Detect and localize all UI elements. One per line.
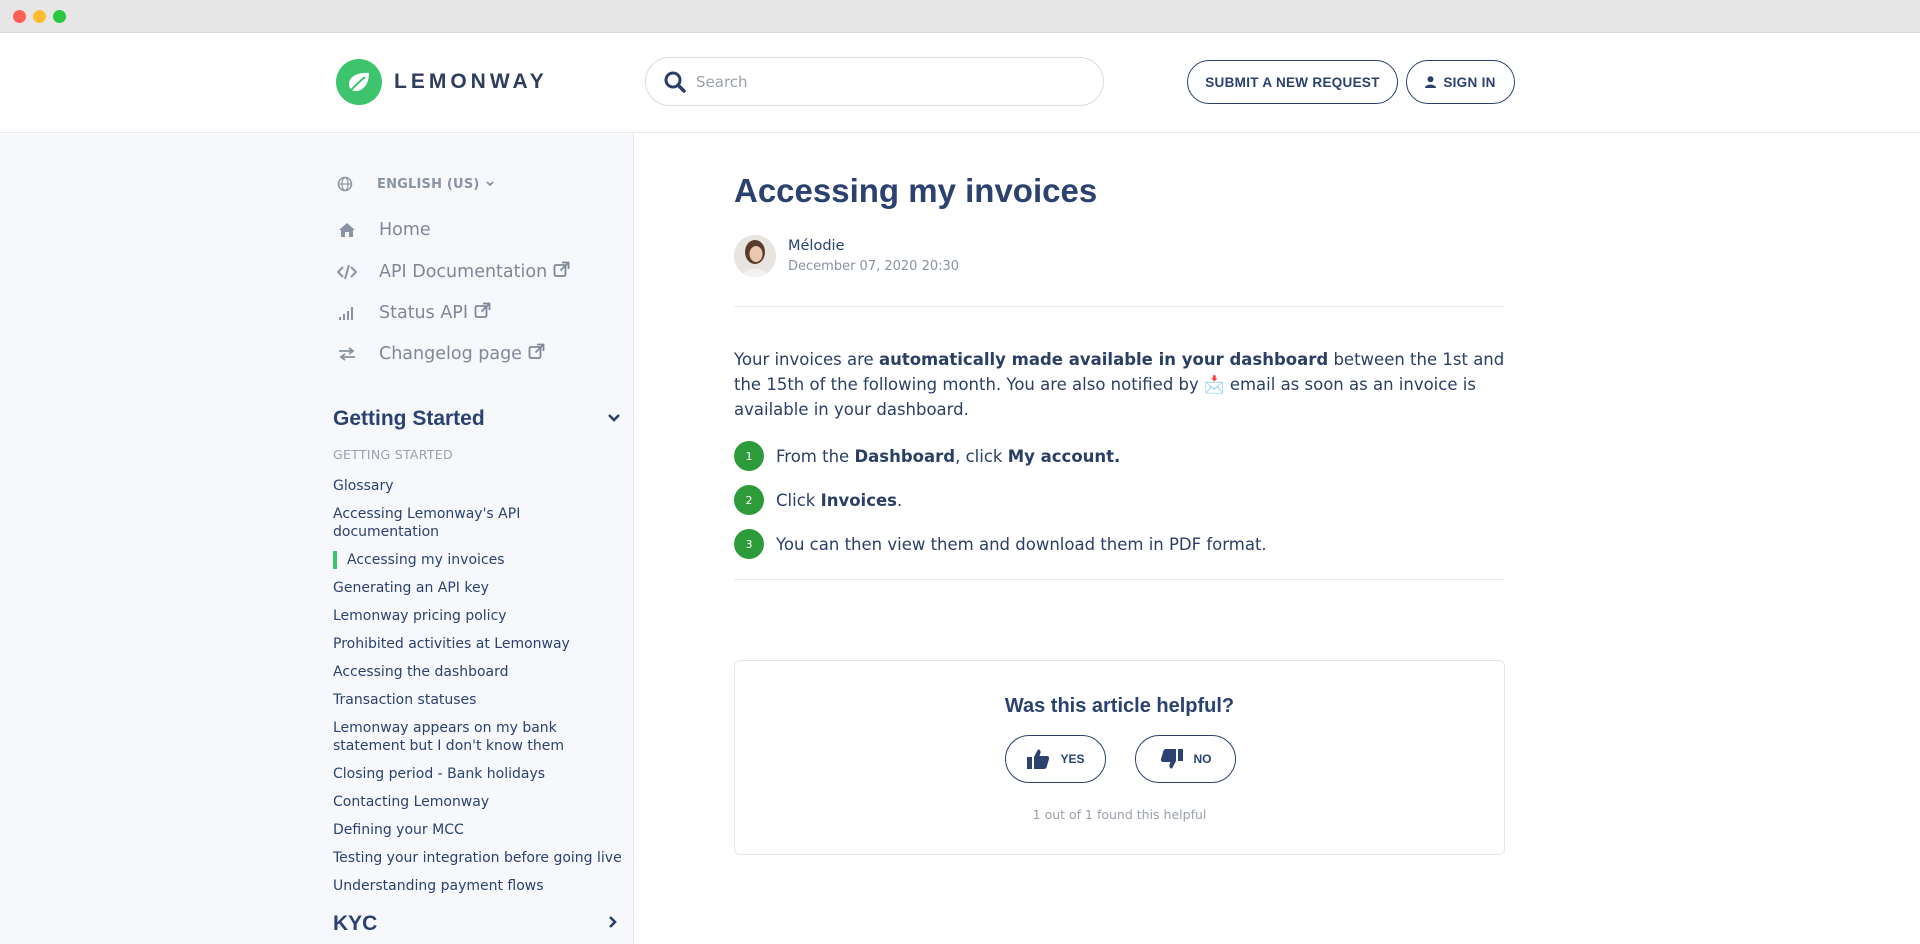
nav-api-documentation[interactable]: API Documentation <box>337 261 570 283</box>
article-feedback: Was this article helpful? YES NO 1 out o… <box>734 660 1505 855</box>
section-subtitle: GETTING STARTED <box>333 447 453 462</box>
sidebar-article-link[interactable]: Closing period - Bank holidays <box>333 765 623 783</box>
nav-changelog[interactable]: Changelog page <box>337 343 545 365</box>
author-name[interactable]: Mélodie <box>788 238 959 254</box>
sidebar-article-link[interactable]: Generating an API key <box>333 579 623 597</box>
chevron-right-icon[interactable] <box>607 915 619 929</box>
step-text: Click Invoices. <box>776 490 903 510</box>
feedback-question: Was this article helpful? <box>1004 695 1235 717</box>
sidebar-article-link[interactable]: Testing your integration before going li… <box>333 849 623 867</box>
sign-in-label: SIGN IN <box>1443 74 1496 90</box>
nav-status-api[interactable]: Status API <box>337 302 491 324</box>
sidebar-article-link[interactable]: Understanding payment flows <box>333 877 623 895</box>
article-intro: Your invoices are automatically made ava… <box>734 350 1505 419</box>
external-link-icon <box>474 302 491 324</box>
divider <box>734 579 1505 580</box>
sidebar-article-link[interactable]: Transaction statuses <box>333 691 623 709</box>
step-number-badge: 2 <box>734 485 764 515</box>
external-link-icon <box>553 261 570 283</box>
sidebar-article-link[interactable]: Prohibited activities at Lemonway <box>333 635 623 653</box>
avatar <box>734 235 776 277</box>
submit-request-button[interactable]: SUBMIT A NEW REQUEST <box>1187 60 1398 104</box>
section-title-kyc[interactable]: KYC <box>333 912 377 936</box>
search-box[interactable] <box>645 57 1104 106</box>
maximize-window-button[interactable] <box>53 10 66 23</box>
home-icon <box>337 222 357 238</box>
nav-api-documentation-label: API Documentation <box>379 262 548 282</box>
close-window-button[interactable] <box>13 10 26 23</box>
step-number-badge: 3 <box>734 529 764 559</box>
envelope-icon: 📩 <box>1204 375 1225 394</box>
thumbs-up-icon <box>1027 749 1050 769</box>
logo-text: LEMONWAY <box>394 70 548 93</box>
vote-yes-button[interactable]: YES <box>1005 735 1106 783</box>
language-selector[interactable]: ENGLISH (US) <box>337 176 495 192</box>
code-icon <box>337 264 357 280</box>
step-text: You can then view them and download them… <box>776 534 1267 554</box>
lemonway-logo-icon <box>336 59 382 105</box>
step-text: From the Dashboard, click My account. <box>776 446 1121 466</box>
logo-link[interactable]: LEMONWAY <box>336 59 548 105</box>
vote-no-label: NO <box>1193 752 1212 766</box>
thumbs-down-icon <box>1160 749 1183 769</box>
sidebar-article-link[interactable]: Accessing the dashboard <box>333 663 623 681</box>
page-title: Accessing my invoices <box>734 172 1098 209</box>
submit-request-label: SUBMIT A NEW REQUEST <box>1205 74 1380 90</box>
step-item: 1 From the Dashboard, click My account. <box>734 434 1267 478</box>
sidebar-article-link[interactable]: Defining your MCC <box>333 821 623 839</box>
sidebar-article-link-active[interactable]: Accessing my invoices <box>333 551 623 569</box>
nav-home-label: Home <box>379 220 431 240</box>
sign-in-button[interactable]: SIGN IN <box>1406 60 1515 104</box>
sidebar-article-link[interactable]: Accessing Lemonway's API documentation <box>333 505 623 541</box>
sidebar-article-link[interactable]: Lemonway pricing policy <box>333 607 623 625</box>
step-item: 2 Click Invoices. <box>734 478 1267 522</box>
step-list: 1 From the Dashboard, click My account. 2 C… <box>734 434 1267 566</box>
language-label: ENGLISH (US) <box>377 176 480 192</box>
window-titlebar <box>0 0 1920 33</box>
globe-icon <box>337 176 353 192</box>
sidebar-article-link[interactable]: Contacting Lemonway <box>333 793 623 811</box>
vote-no-button[interactable]: NO <box>1135 735 1236 783</box>
vote-yes-label: YES <box>1060 752 1085 766</box>
section-title-getting-started[interactable]: Getting Started <box>333 407 485 431</box>
feedback-count: 1 out of 1 found this helpful <box>1032 807 1207 822</box>
nav-home[interactable]: Home <box>337 220 431 240</box>
signal-icon <box>337 306 357 320</box>
article-date: December 07, 2020 20:30 <box>788 259 960 274</box>
sidebar-article-link[interactable]: Glossary <box>333 477 623 495</box>
step-number-badge: 1 <box>734 441 764 471</box>
article-link-list: Glossary Accessing Lemonway's API documen… <box>333 477 623 905</box>
user-icon <box>1425 76 1437 88</box>
article-author: Mélodie December 07, 2020 20:30 <box>734 235 959 277</box>
step-item: 3 You can then view them and download the… <box>734 522 1267 566</box>
site-header: LEMONWAY SUBMIT A NEW REQUEST SIGN IN <box>0 33 1920 133</box>
sidebar: ENGLISH (US) Home API Documentation Stat… <box>0 134 634 944</box>
search-icon <box>664 71 686 93</box>
nav-status-api-label: Status API <box>379 303 469 323</box>
external-link-icon <box>528 343 545 365</box>
exchange-icon <box>337 347 357 361</box>
search-input[interactable] <box>696 72 1076 91</box>
minimize-window-button[interactable] <box>33 10 46 23</box>
chevron-down-icon[interactable] <box>607 412 621 424</box>
divider <box>734 306 1505 307</box>
sidebar-article-link[interactable]: Lemonway appears on my bank statement bu… <box>333 719 623 755</box>
chevron-down-icon <box>485 181 494 187</box>
nav-changelog-label: Changelog page <box>379 344 522 364</box>
